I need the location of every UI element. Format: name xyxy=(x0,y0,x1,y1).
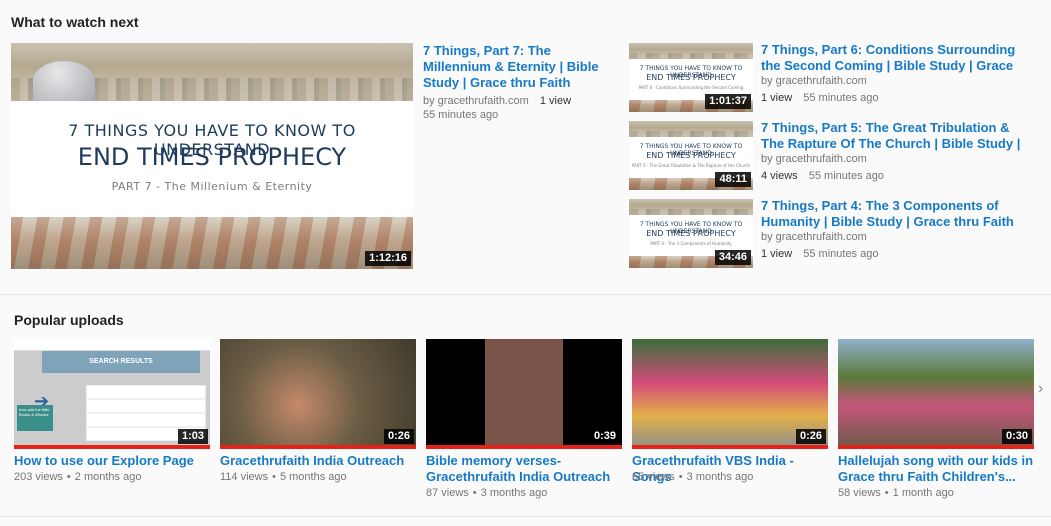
slide-title: END TIMES PROPHECY xyxy=(646,73,736,82)
featured-video-thumbnail[interactable]: 7 THINGS YOU HAVE TO KNOW TO UNDERSTAND … xyxy=(11,43,413,269)
thumbnail-image xyxy=(629,199,753,215)
popular-video-thumbnail[interactable]: 0:26 xyxy=(220,339,416,449)
popular-video-stats: 114 views • 5 months ago xyxy=(220,471,347,483)
view-count: 65 views xyxy=(632,471,675,483)
slide-subtitle: PART 7 - The Millenium & Eternity xyxy=(111,180,313,193)
duration-badge: 1:01:37 xyxy=(705,94,751,109)
popular-video-thumbnail[interactable]: 0:39 xyxy=(426,339,622,449)
video-age: 2 months ago xyxy=(74,471,142,483)
thumbnail-image-bottom xyxy=(11,217,413,269)
side-video-stats: 1 view 55 minutes ago xyxy=(761,90,878,106)
popular-video-title[interactable]: Hallelujah song with our kids in Grace t… xyxy=(838,453,1034,485)
view-count: 114 views xyxy=(220,471,269,483)
channel-name[interactable]: by gracethrufaith.com xyxy=(423,95,529,107)
side-video-channel[interactable]: by gracethrufaith.com xyxy=(761,73,867,89)
side-video-stats: 1 view 55 minutes ago xyxy=(761,246,878,262)
video-age: 1 month ago xyxy=(892,487,954,499)
duration-badge: 0:39 xyxy=(589,429,620,444)
side-video-thumbnail[interactable]: 7 THINGS YOU HAVE TO KNOW TO UNDERSTAND … xyxy=(629,43,753,112)
video-age: 3 months ago xyxy=(480,487,548,499)
watched-progress-bar xyxy=(426,445,622,449)
section-title-popular-uploads: Popular uploads xyxy=(14,312,124,328)
popular-video-stats: 65 views • 3 months ago xyxy=(632,471,754,483)
section-divider xyxy=(0,294,1051,295)
thumbnail-image xyxy=(629,43,753,59)
slide-title: END TIMES PROPHECY xyxy=(77,143,347,171)
watched-progress-bar xyxy=(14,445,210,449)
side-video-title[interactable]: 7 Things, Part 5: The Great Tribulation … xyxy=(761,120,1036,152)
side-video-channel[interactable]: by gracethrufaith.com xyxy=(761,229,867,245)
view-count: 203 views xyxy=(14,471,63,483)
tip-note: how add the filter Books & eBooks xyxy=(17,405,53,431)
duration-badge: 0:26 xyxy=(383,429,414,444)
duration-badge: 0:26 xyxy=(795,429,826,444)
view-count: 1 view xyxy=(539,95,572,107)
thumbnail-image xyxy=(629,121,753,137)
thumbnail-header-bar xyxy=(14,339,210,351)
slide-title: END TIMES PROPHECY xyxy=(646,151,736,160)
dome-image xyxy=(33,61,95,101)
popular-video-title[interactable]: How to use our Explore Page xyxy=(14,453,210,469)
slide-subtitle: PART 6 - Conditions Surrounding the Seco… xyxy=(638,85,744,90)
featured-video-age: 55 minutes ago xyxy=(423,109,499,121)
watched-progress-bar xyxy=(220,445,416,449)
side-video-channel[interactable]: by gracethrufaith.com xyxy=(761,151,867,167)
slide-subtitle: PART 4 - The 3 Components of Humanity xyxy=(650,241,732,246)
popular-video-stats: 87 views • 3 months ago xyxy=(426,487,548,499)
video-age: 5 months ago xyxy=(279,471,347,483)
bottom-divider xyxy=(0,516,1051,517)
view-count: 58 views xyxy=(838,487,881,499)
search-results-banner: SEARCH RESULTS xyxy=(42,351,200,373)
duration-badge: 1:12:16 xyxy=(365,251,411,266)
section-title-watch-next: What to watch next xyxy=(11,14,139,30)
side-video-title[interactable]: 7 Things, Part 4: The 3 Components of Hu… xyxy=(761,198,1036,230)
watched-progress-bar xyxy=(838,445,1034,449)
side-video-stats: 4 views 55 minutes ago xyxy=(761,168,884,184)
view-count: 87 views xyxy=(426,487,469,499)
side-video-thumbnail[interactable]: 7 THINGS YOU HAVE TO KNOW TO UNDERSTAND … xyxy=(629,199,753,268)
slide-title: END TIMES PROPHECY xyxy=(646,229,736,238)
view-count: 4 views xyxy=(761,170,798,182)
duration-badge: 34:46 xyxy=(714,250,751,265)
popular-video-thumbnail[interactable]: 0:26 xyxy=(632,339,828,449)
watched-progress-bar xyxy=(632,445,828,449)
video-age: 55 minutes ago xyxy=(808,170,884,182)
popular-video-thumbnail[interactable]: 0:30 xyxy=(838,339,1034,449)
popular-video-stats: 58 views • 1 month ago xyxy=(838,487,954,499)
popular-video-thumbnail[interactable]: SEARCH RESULTS ➔ how add the filter Book… xyxy=(14,339,210,449)
side-video-thumbnail[interactable]: 7 THINGS YOU HAVE TO KNOW TO UNDERSTAND … xyxy=(629,121,753,190)
view-count: 1 view xyxy=(761,248,793,260)
duration-badge: 48:11 xyxy=(715,172,751,187)
popular-video-title[interactable]: Gracethrufaith India Outreach xyxy=(220,453,416,469)
view-count: 1 view xyxy=(761,92,793,104)
chevron-right-icon[interactable]: › xyxy=(1038,380,1043,398)
video-age: 55 minutes ago xyxy=(803,92,879,104)
popular-video-stats: 203 views • 2 months ago xyxy=(14,471,142,483)
duration-badge: 0:30 xyxy=(1001,429,1032,444)
video-age: 55 minutes ago xyxy=(803,248,879,260)
slide-subtitle: PART 5 - The Great Tribulation & The Rap… xyxy=(631,163,751,168)
video-age: 3 months ago xyxy=(686,471,754,483)
duration-badge: 1:03 xyxy=(177,429,208,444)
popular-video-title[interactable]: Bible memory verses- Gracethrufaith Indi… xyxy=(426,453,622,485)
featured-video-title[interactable]: 7 Things, Part 7: The Millennium & Etern… xyxy=(423,43,618,91)
side-video-title[interactable]: 7 Things, Part 6: Conditions Surrounding… xyxy=(761,42,1036,74)
